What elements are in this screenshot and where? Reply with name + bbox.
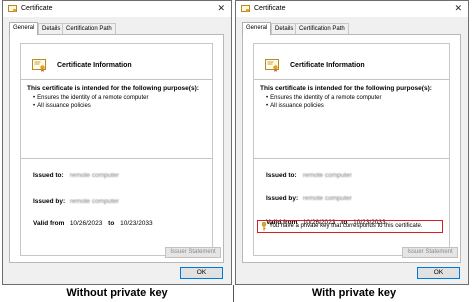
list-item: Ensures the identity of a remote compute… <box>33 94 148 102</box>
tab-certification-path[interactable]: Certification Path <box>295 23 349 34</box>
certificate-dialog-with-key: Certificate ✕ General Details Certificat… <box>235 0 469 285</box>
list-item: All issuance policies <box>266 102 382 110</box>
divider <box>21 158 212 159</box>
certificate-icon <box>265 59 279 72</box>
tab-general[interactable]: General <box>9 22 39 35</box>
certificate-icon <box>8 5 17 13</box>
valid-to-date: 10/23/2033 <box>120 220 153 227</box>
purpose-list: Ensures the identity of a remote compute… <box>266 94 382 110</box>
issued-by-label: Issued by: <box>266 195 299 202</box>
issued-to-label: Issued to: <box>33 172 64 179</box>
issued-to-row: Issued to: remote computer <box>33 172 119 179</box>
issuer-statement-button[interactable]: Issuer Statement <box>165 247 221 258</box>
issued-to-value: remote computer <box>69 172 119 179</box>
info-title: Certificate Information <box>57 62 132 69</box>
purpose-heading: This certificate is intended for the fol… <box>260 85 432 92</box>
certificate-info-box: Certificate Information This certificate… <box>20 43 213 256</box>
divider <box>21 79 212 80</box>
dialog-body: General Details Certification Path Certi… <box>236 17 468 284</box>
tab-general[interactable]: General <box>242 22 272 35</box>
issued-by-row: Issued by: remote computer <box>266 195 352 202</box>
valid-to-label: to <box>108 220 115 227</box>
caption-with-private-key: With private key <box>311 287 397 299</box>
purpose-list: Ensures the identity of a remote compute… <box>33 94 149 110</box>
valid-from-label: Valid from <box>33 220 65 227</box>
window-title: Certificate <box>254 5 286 12</box>
issued-by-value: remote computer <box>302 195 352 202</box>
list-item: All issuance policies <box>33 102 149 110</box>
title-bar: Certificate ✕ <box>236 1 468 17</box>
private-key-text: You have a private key that corresponds … <box>269 223 423 229</box>
window-title: Certificate <box>21 5 53 12</box>
valid-from-date: 10/26/2023 <box>69 220 103 227</box>
divider <box>254 158 449 159</box>
ok-button[interactable]: OK <box>180 267 223 279</box>
certificate-dialog-without-key: Certificate ✕ General Details Certificat… <box>2 0 232 285</box>
issued-by-label: Issued by: <box>33 198 66 205</box>
dialog-body: General Details Certification Path Certi… <box>3 17 231 284</box>
ok-button[interactable]: OK <box>417 267 460 279</box>
certificate-icon <box>241 5 250 13</box>
issued-by-row: Issued by: remote computer <box>33 198 119 205</box>
issued-to-label: Issued to: <box>266 172 297 179</box>
issued-to-row: Issued to: remote computer <box>266 172 352 179</box>
close-icon[interactable]: ✕ <box>217 3 225 13</box>
private-key-notice: You have a private key that corresponds … <box>257 220 443 233</box>
divider <box>254 79 449 80</box>
tab-details[interactable]: Details <box>38 23 65 34</box>
issuer-statement-button[interactable]: Issuer Statement <box>402 247 458 258</box>
validity-row: Valid from 10/26/2023 to 10/23/2033 <box>33 220 153 227</box>
caption-without-private-key: Without private key <box>66 287 168 299</box>
tab-panel-general: Certificate Information This certificate… <box>242 34 461 263</box>
title-bar: Certificate ✕ <box>3 1 231 17</box>
info-title: Certificate Information <box>290 62 365 69</box>
tab-panel-general: Certificate Information This certificate… <box>9 34 224 263</box>
list-item: Ensures the identity of a remote compute… <box>266 94 381 102</box>
purpose-heading: This certificate is intended for the fol… <box>27 85 199 92</box>
close-icon[interactable]: ✕ <box>454 3 462 13</box>
tab-certification-path[interactable]: Certification Path <box>62 23 116 34</box>
key-icon <box>261 222 267 231</box>
certificate-icon <box>32 59 46 72</box>
tab-details[interactable]: Details <box>271 23 298 34</box>
issued-to-value: remote computer <box>302 172 352 179</box>
issued-by-value: remote computer <box>69 198 119 205</box>
